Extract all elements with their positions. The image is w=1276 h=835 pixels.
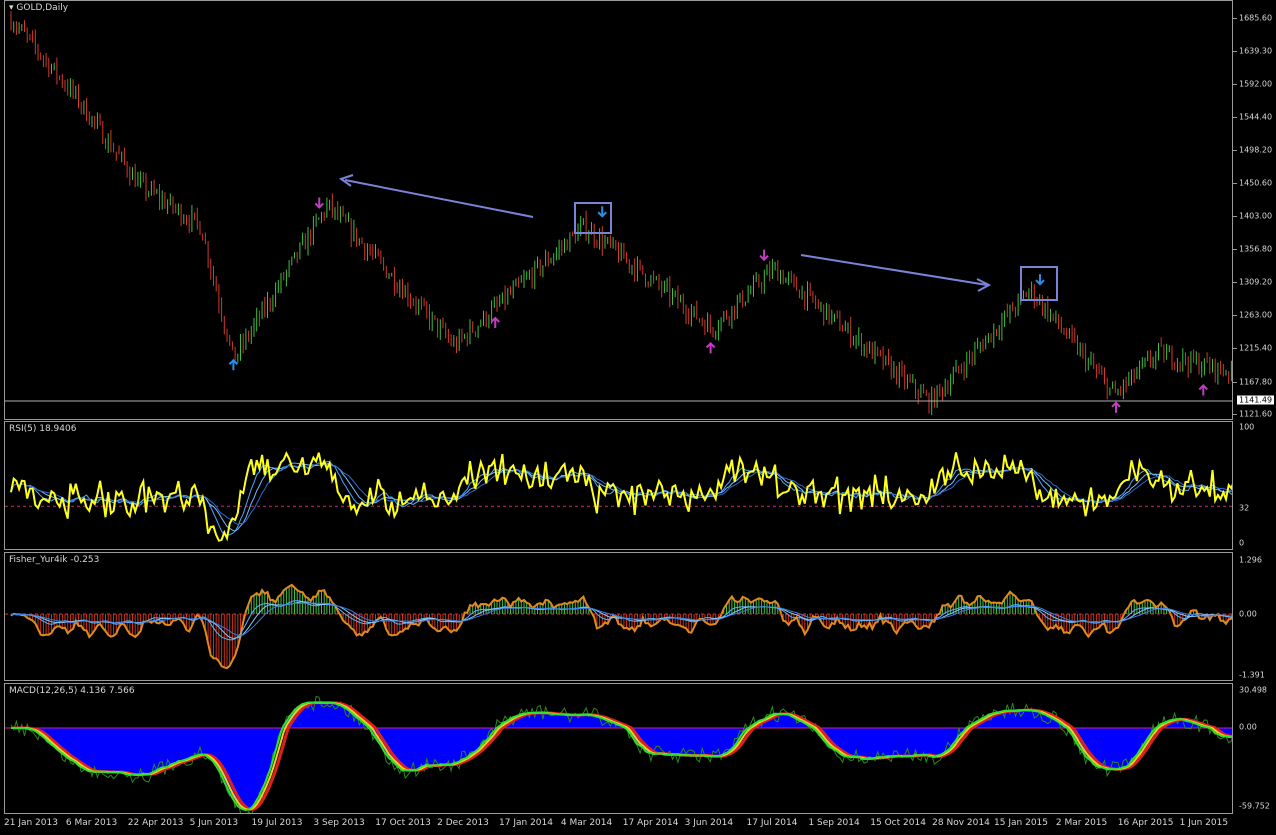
current-price-label: 1141.49 <box>1237 395 1275 405</box>
macd-tick-label: 30.498 <box>1239 685 1267 695</box>
up-arrow-icon <box>1198 384 1208 396</box>
down-arrow-icon <box>1035 274 1045 286</box>
rsi-pane[interactable]: RSI(5) 18.9406 <box>4 421 1233 550</box>
price-tick-label: 1121.60 <box>1239 409 1273 419</box>
price-tick-mark <box>1233 314 1237 316</box>
price-tick-label: 1167.80 <box>1239 377 1273 387</box>
up-arrow-icon <box>228 358 239 371</box>
time-axis-label: 2 Mar 2015 <box>1055 818 1108 828</box>
down-arrow-icon <box>597 206 607 218</box>
up-arrow-icon <box>490 316 500 329</box>
time-axis-label: 1 Jun 2015 <box>1179 818 1229 828</box>
time-axis-label: 3 Jun 2014 <box>684 818 734 828</box>
time-axis-label: 21 Jan 2013 <box>4 818 58 828</box>
rsi-tick-label: 0 <box>1239 538 1245 548</box>
rsi-chart[interactable] <box>5 422 1233 550</box>
down-arrow-icon <box>759 249 769 262</box>
up-arrow-icon <box>1111 401 1121 413</box>
fisher-chart[interactable] <box>5 553 1233 681</box>
time-axis-label: 5 Jun 2013 <box>189 818 239 828</box>
time-axis-label: 1 Sep 2014 <box>808 818 860 828</box>
rsi-ma-line <box>10 463 1232 532</box>
rsi-tick-label: 32 <box>1239 503 1250 513</box>
price-tick-mark <box>1233 216 1237 218</box>
time-axis-label: 15 Jan 2015 <box>994 818 1048 828</box>
price-tick-label: 1450.60 <box>1239 178 1273 188</box>
trend-line <box>800 254 988 286</box>
time-axis-label: 3 Sep 2013 <box>313 818 365 828</box>
price-tick-mark <box>1233 83 1237 85</box>
up-arrow-icon <box>705 341 716 354</box>
time-axis-label: 17 Oct 2013 <box>375 818 431 828</box>
time-axis-label: 16 Apr 2015 <box>1117 818 1174 828</box>
price-tick-mark <box>1233 348 1237 350</box>
fisher-line <box>10 583 1232 670</box>
price-tick-label: 1544.40 <box>1239 112 1273 122</box>
price-tick-mark <box>1233 50 1237 52</box>
price-chart[interactable] <box>5 1 1233 420</box>
price-tick-mark <box>1233 117 1237 119</box>
fisher-tick-label: 1.296 <box>1239 555 1262 565</box>
price-tick-mark <box>1233 149 1237 151</box>
time-axis[interactable]: 21 Jan 2013 6 Mar 2013 22 Apr 2013 5 Jun 20… <box>0 814 1276 835</box>
price-tick-label: 1498.20 <box>1239 145 1273 155</box>
macd-chart[interactable] <box>5 684 1233 814</box>
time-axis-label: 2 Dec 2013 <box>437 818 489 828</box>
time-axis-label: 17 Jan 2014 <box>499 818 553 828</box>
price-pane[interactable]: ▾ GOLD,Daily <box>4 0 1233 420</box>
price-tick-mark <box>1233 414 1237 415</box>
candles <box>10 11 1232 416</box>
macd-tick-label: 0.00 <box>1239 722 1257 732</box>
price-tick-mark <box>1233 18 1237 19</box>
fisher-tick-label: 0.00 <box>1239 609 1257 619</box>
down-arrow-icon <box>314 197 324 209</box>
time-axis-label: 15 Oct 2014 <box>870 818 926 828</box>
fisher-pane[interactable]: Fisher_Yur4ik -0.253 <box>4 552 1233 681</box>
rsi-tick-label: 100 <box>1239 422 1255 432</box>
price-tick-mark <box>1233 248 1237 250</box>
time-axis-label: 17 Apr 2014 <box>622 818 679 828</box>
time-axis-label: 22 Apr 2013 <box>127 818 184 828</box>
price-tick-mark <box>1233 282 1237 284</box>
time-axis-label: 17 Jul 2014 <box>746 818 798 828</box>
fisher-ma-line <box>10 600 1232 641</box>
rsi-ma-line <box>10 461 1232 536</box>
price-tick-label: 1592.00 <box>1239 79 1273 89</box>
price-tick-label: 1215.40 <box>1239 343 1273 353</box>
time-axis-label: 6 Mar 2013 <box>65 818 118 828</box>
time-axis-label: 4 Mar 2014 <box>560 818 613 828</box>
fisher-tick-label: -1.391 <box>1239 670 1265 680</box>
time-axis-label: 28 Nov 2014 <box>932 818 990 828</box>
price-tick-label: 1403.00 <box>1239 211 1273 221</box>
macd-tick-label: -59.752 <box>1239 801 1270 811</box>
price-tick-mark <box>1233 183 1237 184</box>
price-tick-label: 1263.00 <box>1239 310 1273 320</box>
price-tick-label: 1309.20 <box>1239 277 1273 287</box>
price-tick-label: 1639.30 <box>1239 46 1273 55</box>
price-tick-label: 1356.80 <box>1239 244 1273 254</box>
time-axis-label: 19 Jul 2013 <box>251 818 303 828</box>
macd-pane[interactable]: MACD(12,26,5) 4.136 7.566 <box>4 683 1233 814</box>
price-tick-mark <box>1233 381 1237 383</box>
trend-line <box>344 179 534 218</box>
price-tick-label: 1685.60 <box>1239 13 1273 23</box>
